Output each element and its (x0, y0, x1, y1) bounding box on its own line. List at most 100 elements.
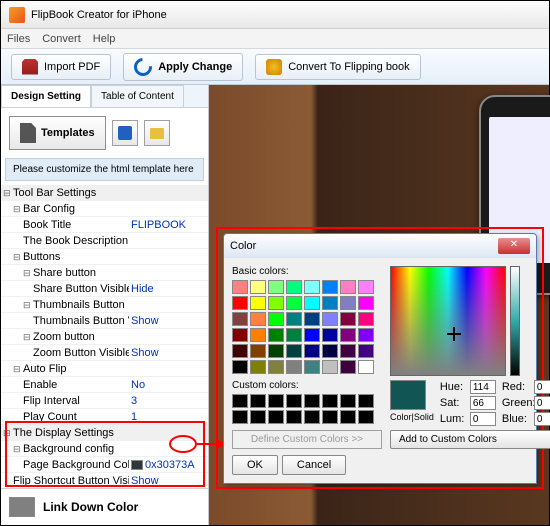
color-spectrum[interactable] (390, 266, 506, 376)
custom-color-swatch[interactable] (268, 394, 284, 408)
custom-color-swatch[interactable] (232, 410, 248, 424)
basic-color-swatch[interactable] (340, 296, 356, 310)
val-share-visible[interactable]: Hide (129, 283, 208, 295)
menu-convert[interactable]: Convert (42, 33, 81, 45)
basic-color-swatch[interactable] (250, 344, 266, 358)
basic-color-swatch[interactable] (232, 360, 248, 374)
apply-change-button[interactable]: Apply Change (123, 53, 243, 81)
custom-color-swatch[interactable] (286, 394, 302, 408)
hue-input[interactable] (470, 380, 496, 394)
basic-color-swatch[interactable] (268, 344, 284, 358)
prop-thumbs-visible[interactable]: Thumbnails Button V... (1, 315, 129, 327)
tab-table-of-content[interactable]: Table of Content (91, 85, 184, 107)
prop-zoom-visible[interactable]: Zoom Button Visible (1, 347, 129, 359)
add-to-custom-button[interactable]: Add to Custom Colors (390, 430, 550, 449)
custom-color-swatch[interactable] (304, 394, 320, 408)
basic-color-swatch[interactable] (304, 328, 320, 342)
dialog-titlebar[interactable]: Color ✕ (224, 234, 536, 258)
prop-book-title[interactable]: Book Title (1, 219, 129, 231)
val-play-count[interactable]: 1 (129, 411, 208, 423)
basic-color-swatch[interactable] (268, 312, 284, 326)
basic-color-swatch[interactable] (250, 296, 266, 310)
custom-color-swatch[interactable] (250, 394, 266, 408)
group-thumbnails[interactable]: Thumbnails Button (1, 299, 129, 311)
green-input[interactable] (534, 396, 550, 410)
basic-color-swatch[interactable] (340, 344, 356, 358)
basic-color-swatch[interactable] (250, 328, 266, 342)
blue-input[interactable] (534, 412, 550, 426)
basic-color-swatch[interactable] (358, 344, 374, 358)
val-book-title[interactable]: FLIPBOOK (129, 219, 208, 231)
basic-color-swatch[interactable] (286, 360, 302, 374)
custom-color-swatch[interactable] (358, 394, 374, 408)
basic-color-swatch[interactable] (268, 280, 284, 294)
basic-color-swatch[interactable] (322, 360, 338, 374)
custom-color-swatch[interactable] (340, 394, 356, 408)
val-flip-shortcut[interactable]: Show (129, 475, 208, 487)
group-display-settings[interactable]: The Display Settings (1, 427, 129, 439)
custom-color-swatch[interactable] (286, 410, 302, 424)
lum-input[interactable] (470, 412, 496, 426)
convert-button[interactable]: Convert To Flipping book (255, 54, 420, 80)
custom-color-swatch[interactable] (358, 410, 374, 424)
group-zoom[interactable]: Zoom button (1, 331, 129, 343)
basic-color-swatch[interactable] (232, 344, 248, 358)
basic-color-swatch[interactable] (286, 296, 302, 310)
menu-help[interactable]: Help (93, 33, 116, 45)
prop-enable[interactable]: Enable (1, 379, 129, 391)
basic-color-swatch[interactable] (232, 328, 248, 342)
basic-color-swatch[interactable] (358, 312, 374, 326)
group-toolbar-settings[interactable]: Tool Bar Settings (1, 187, 129, 199)
cancel-button[interactable]: Cancel (282, 455, 346, 475)
custom-color-swatch[interactable] (340, 410, 356, 424)
open-template-button[interactable] (144, 120, 170, 146)
basic-color-swatch[interactable] (268, 328, 284, 342)
prop-play-count[interactable]: Play Count (1, 411, 129, 423)
basic-color-swatch[interactable] (340, 280, 356, 294)
basic-color-swatch[interactable] (250, 312, 266, 326)
group-auto-flip[interactable]: Auto Flip (1, 363, 129, 375)
basic-color-swatch[interactable] (322, 280, 338, 294)
basic-color-swatch[interactable] (304, 312, 320, 326)
ok-button[interactable]: OK (232, 455, 278, 475)
basic-color-swatch[interactable] (268, 296, 284, 310)
red-input[interactable] (534, 380, 550, 394)
basic-color-swatch[interactable] (304, 360, 320, 374)
custom-color-swatch[interactable] (322, 410, 338, 424)
basic-color-swatch[interactable] (304, 296, 320, 310)
val-flip-interval[interactable]: 3 (129, 395, 208, 407)
save-template-button[interactable] (112, 120, 138, 146)
templates-button[interactable]: Templates (9, 116, 106, 150)
basic-color-swatch[interactable] (232, 296, 248, 310)
prop-flip-interval[interactable]: Flip Interval (1, 395, 129, 407)
basic-color-swatch[interactable] (286, 344, 302, 358)
custom-color-swatch[interactable] (232, 394, 248, 408)
val-zoom-visible[interactable]: Show (129, 347, 208, 359)
basic-color-swatch[interactable] (250, 280, 266, 294)
basic-color-swatch[interactable] (304, 280, 320, 294)
group-buttons[interactable]: Buttons (1, 251, 129, 263)
custom-color-swatch[interactable] (250, 410, 266, 424)
basic-color-swatch[interactable] (250, 360, 266, 374)
basic-color-swatch[interactable] (322, 312, 338, 326)
basic-color-swatch[interactable] (340, 360, 356, 374)
dialog-close-button[interactable]: ✕ (498, 238, 530, 254)
basic-color-swatch[interactable] (340, 312, 356, 326)
basic-color-swatch[interactable] (322, 296, 338, 310)
basic-color-swatch[interactable] (286, 328, 302, 342)
val-thumbs-visible[interactable]: Show (129, 315, 208, 327)
basic-color-swatch[interactable] (340, 328, 356, 342)
custom-color-swatch[interactable] (268, 410, 284, 424)
prop-book-desc[interactable]: The Book Description (1, 235, 129, 247)
basic-color-swatch[interactable] (286, 312, 302, 326)
basic-color-swatch[interactable] (304, 344, 320, 358)
luminance-slider[interactable] (510, 266, 520, 376)
val-enable[interactable]: No (129, 379, 208, 391)
basic-color-swatch[interactable] (268, 360, 284, 374)
property-grid[interactable]: Tool Bar Settings Bar Config Book TitleF… (1, 185, 208, 488)
sat-input[interactable] (470, 396, 496, 410)
prop-flip-shortcut[interactable]: Flip Shortcut Button Visible (1, 475, 129, 487)
basic-color-swatch[interactable] (232, 312, 248, 326)
custom-color-swatch[interactable] (322, 394, 338, 408)
basic-color-swatch[interactable] (358, 360, 374, 374)
